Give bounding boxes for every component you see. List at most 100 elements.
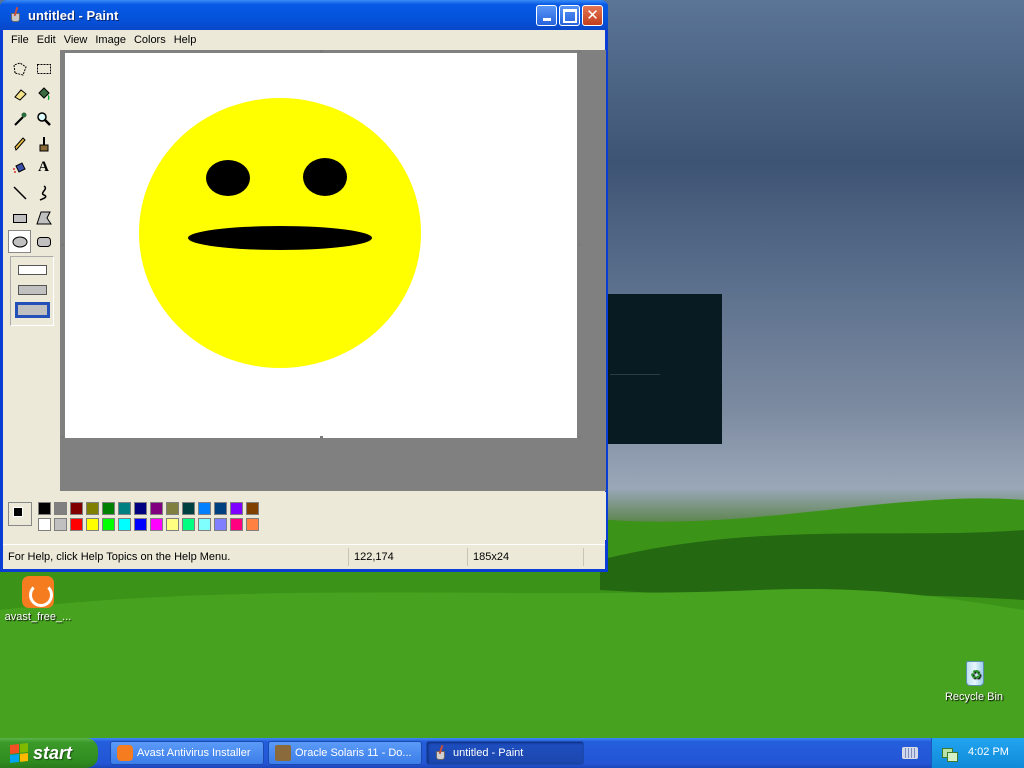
desktop-icon-avast[interactable]: avast_free_... — [0, 576, 76, 623]
keyboard-layout-icon[interactable] — [902, 747, 918, 759]
status-help-text: For Help, click Help Topics on the Help … — [8, 551, 231, 563]
tool-box: A — [5, 54, 57, 492]
text-icon[interactable]: A — [32, 156, 55, 179]
palette-color-swatch[interactable] — [118, 518, 131, 531]
resize-handle-right[interactable] — [578, 243, 581, 246]
menu-file[interactable]: File — [7, 34, 33, 46]
menu-view[interactable]: View — [60, 34, 92, 46]
current-colors — [8, 502, 32, 526]
resize-handle-bottom[interactable] — [320, 436, 323, 439]
palette-color-swatch[interactable] — [214, 502, 227, 515]
desktop-icon-label: avast_free_... — [4, 611, 72, 623]
clock[interactable]: 4:02 PM — [968, 746, 1009, 758]
palette-color-swatch[interactable] — [54, 518, 67, 531]
polygon-icon[interactable] — [32, 206, 55, 229]
rectangle-icon[interactable] — [8, 206, 31, 229]
palette-color-swatch[interactable] — [150, 518, 163, 531]
title-bar[interactable]: untitled - Paint ✕ — [0, 0, 608, 30]
minimize-button[interactable] — [536, 5, 557, 26]
palette-color-swatch[interactable] — [182, 518, 195, 531]
taskbar-button-paint[interactable]: untitled - Paint — [426, 741, 584, 765]
palette-color-swatch[interactable] — [134, 502, 147, 515]
palette-color-swatch[interactable] — [86, 502, 99, 515]
network-icon[interactable] — [942, 746, 958, 762]
palette-color-swatch[interactable] — [150, 502, 163, 515]
resize-handle-bottom-left — [61, 436, 64, 439]
left-eye — [206, 160, 250, 196]
fill-option-outline-fill[interactable] — [18, 285, 47, 295]
palette-color-swatch[interactable] — [118, 502, 131, 515]
select-icon[interactable] — [32, 57, 55, 80]
palette-color-swatch[interactable] — [134, 518, 147, 531]
windows-logo-icon — [10, 743, 28, 763]
resize-handle-top-right — [578, 50, 581, 53]
menu-bar: File Edit View Image Colors Help — [3, 30, 605, 50]
fill-with-color-icon[interactable] — [32, 82, 55, 105]
menu-help[interactable]: Help — [170, 34, 201, 46]
mouth — [188, 226, 372, 250]
status-cursor-position: 122,174 — [354, 551, 394, 563]
free-form-select-icon[interactable] — [8, 57, 31, 80]
paint-icon — [433, 744, 449, 761]
taskbar-button-label: Avast Antivirus Installer — [137, 747, 251, 759]
palette-color-swatch[interactable] — [38, 518, 51, 531]
dark-window-remnant — [608, 294, 722, 444]
palette-color-swatch[interactable] — [230, 518, 243, 531]
status-selection-size: 185x24 — [473, 551, 510, 563]
palette-color-swatch[interactable] — [70, 518, 83, 531]
start-label: start — [33, 742, 73, 763]
menu-colors[interactable]: Colors — [130, 34, 170, 46]
palette-color-swatch[interactable] — [38, 502, 51, 515]
palette-color-swatch[interactable] — [198, 502, 211, 515]
taskbar-button-avast-installer[interactable]: Avast Antivirus Installer — [110, 741, 264, 765]
fill-option-outline[interactable] — [18, 265, 47, 275]
resize-handle-bottom-right[interactable] — [578, 436, 581, 439]
palette-color-swatch[interactable] — [246, 502, 259, 515]
palette-color-swatch[interactable] — [166, 518, 179, 531]
palette-color-swatch[interactable] — [182, 502, 195, 515]
maximize-button[interactable] — [559, 5, 580, 26]
curve-icon[interactable] — [32, 181, 55, 204]
fill-style-options — [10, 256, 54, 326]
paint-window: untitled - Paint ✕ File Edit View Image … — [0, 0, 608, 572]
pick-color-icon[interactable] — [8, 107, 31, 130]
oracle-icon — [275, 745, 291, 761]
rounded-rectangle-icon[interactable] — [32, 230, 55, 253]
palette-color-swatch[interactable] — [198, 518, 211, 531]
palette-color-swatch[interactable] — [246, 518, 259, 531]
drawing-canvas[interactable] — [65, 53, 577, 438]
menu-edit[interactable]: Edit — [33, 34, 60, 46]
menu-image[interactable]: Image — [91, 34, 130, 46]
ellipse-icon[interactable] — [8, 230, 31, 253]
palette-color-swatch[interactable] — [86, 518, 99, 531]
palette-color-swatch[interactable] — [230, 502, 243, 515]
brush-icon[interactable] — [32, 132, 55, 155]
palette-color-swatch[interactable] — [102, 518, 115, 531]
color-box — [3, 492, 606, 540]
paint-app-icon[interactable] — [8, 6, 24, 23]
line-icon[interactable] — [8, 181, 31, 204]
desktop-icon-label: Recycle Bin — [944, 691, 1004, 703]
palette-color-swatch[interactable] — [102, 502, 115, 515]
start-button[interactable]: start — [0, 738, 98, 768]
taskbar-button-label: Oracle Solaris 11 - Do... — [295, 747, 412, 759]
palette-color-swatch[interactable] — [214, 518, 227, 531]
right-eye — [303, 158, 347, 196]
taskbar-button-oracle-solaris[interactable]: Oracle Solaris 11 - Do... — [268, 741, 422, 765]
airbrush-icon[interactable] — [8, 156, 31, 179]
taskbar-button-label: untitled - Paint — [453, 747, 524, 759]
palette-color-swatch[interactable] — [70, 502, 83, 515]
paint-client-area: A For Help, click Help Topics on the Hel… — [3, 50, 606, 569]
desktop-icon-recycle-bin[interactable]: ♻ Recycle Bin — [936, 656, 1012, 703]
close-button[interactable]: ✕ — [582, 5, 603, 26]
pencil-icon[interactable] — [8, 132, 31, 155]
canvas-scroll-area — [60, 50, 606, 491]
taskbar: start Avast Antivirus Installer Oracle S… — [0, 738, 1024, 768]
eraser-icon[interactable] — [8, 82, 31, 105]
palette-color-swatch[interactable] — [54, 502, 67, 515]
magnifier-icon[interactable] — [32, 107, 55, 130]
system-tray: 4:02 PM — [931, 738, 1024, 768]
close-icon: ✕ — [586, 7, 599, 24]
palette-color-swatch[interactable] — [166, 502, 179, 515]
fill-option-fill-only[interactable] — [15, 302, 50, 318]
